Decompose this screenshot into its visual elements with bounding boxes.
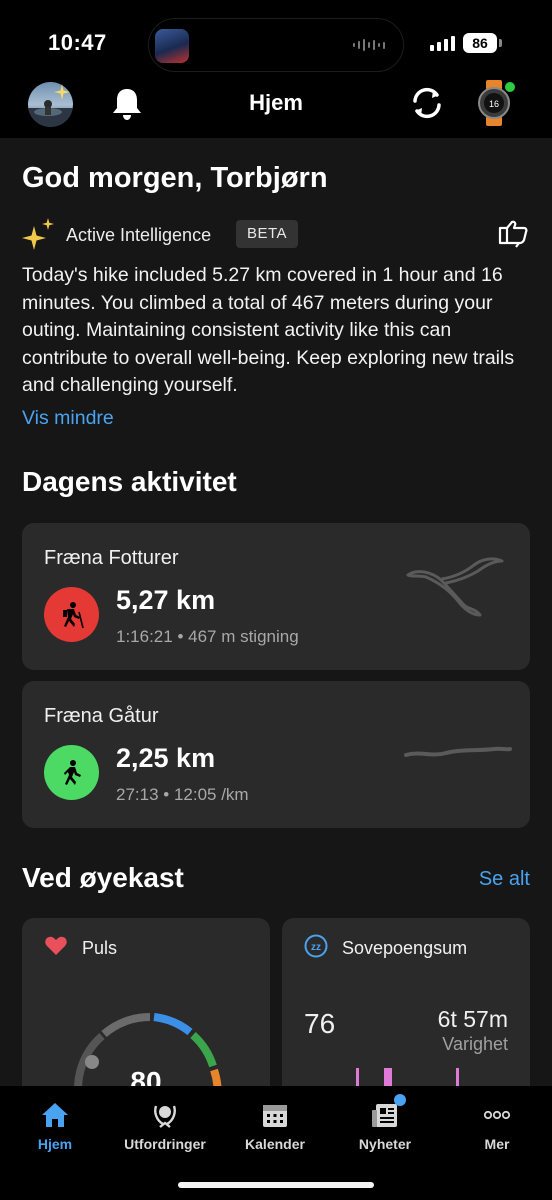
- media-thumbnail: [155, 29, 189, 63]
- show-less-link[interactable]: Vis mindre: [22, 407, 114, 430]
- notification-dot: [394, 1094, 406, 1106]
- greeting-title: God morgen, Torbjørn: [22, 162, 328, 194]
- sleep-duration-value: 6t 57m: [437, 1006, 508, 1032]
- nav-item-more[interactable]: Mer: [442, 1100, 552, 1160]
- dynamic-island[interactable]: [148, 18, 404, 72]
- nav-item-home[interactable]: Hjem: [0, 1100, 110, 1160]
- walking-icon: [44, 745, 99, 800]
- svg-text:zz: zz: [311, 942, 321, 953]
- battery-icon: 86: [463, 33, 497, 53]
- nav-item-calendar[interactable]: Kalender: [220, 1100, 330, 1160]
- at-a-glance-title: Ved øyekast: [22, 862, 184, 893]
- status-time: 10:47: [48, 30, 107, 55]
- page-title: Hjem: [249, 90, 303, 115]
- active-intelligence-header: Active Intelligence BETA: [22, 218, 532, 254]
- home-icon: [42, 1103, 68, 1127]
- nav-item-news[interactable]: Nyheter: [330, 1094, 440, 1160]
- beta-badge: BETA: [236, 220, 299, 248]
- sleep-icon: zz: [304, 934, 328, 958]
- home-indicator[interactable]: [178, 1182, 374, 1188]
- activity-distance: 2,25 km: [116, 743, 216, 773]
- heart-icon: [45, 936, 67, 955]
- nav-label: Mer: [484, 1136, 510, 1152]
- connected-dot: [505, 82, 515, 92]
- sleep-stage-bar: [384, 1068, 392, 1086]
- sleep-stage-bar: [456, 1068, 459, 1086]
- feedback-icon[interactable]: [496, 218, 530, 252]
- nav-item-challenges[interactable]: Utfordringer: [110, 1100, 220, 1160]
- more-icon: [483, 1110, 511, 1120]
- status-bar: 10:47 86: [0, 0, 552, 82]
- daily-activity-title: Dagens aktivitet: [22, 466, 237, 497]
- active-intelligence-label: Active Intelligence: [66, 225, 212, 245]
- sleep-score-value: 76: [304, 1008, 336, 1039]
- challenges-icon: [154, 1105, 176, 1128]
- nav-label: Kalender: [245, 1136, 305, 1152]
- audio-wave-icon: [353, 39, 385, 51]
- sleep-stage-bar: [356, 1068, 359, 1086]
- activity-title: Fræna Gåtur: [44, 705, 159, 727]
- sparkle-icon: [22, 218, 54, 250]
- nav-label: Utfordringer: [124, 1136, 206, 1152]
- heart-rate-label: Puls: [82, 938, 118, 958]
- activity-card-hike[interactable]: Fræna Fotturer 5,27 km 1:16:21 • 467 m s…: [22, 523, 530, 670]
- nav-label: Hjem: [37, 1136, 73, 1152]
- top-header: Hjem 16: [0, 80, 552, 138]
- sync-icon[interactable]: [408, 84, 446, 122]
- nav-label: Nyheter: [358, 1136, 412, 1152]
- sleep-score-label: Sovepoengsum: [342, 938, 468, 958]
- active-intelligence-text: Today's hike included 5.27 km covered in…: [22, 264, 515, 396]
- hiking-icon: [44, 587, 99, 642]
- route-map: [404, 746, 512, 757]
- calendar-icon: [263, 1105, 287, 1127]
- sleep-score-tile[interactable]: zz Sovepoengsum 76 6t 57m Varighet: [282, 918, 530, 1086]
- heart-rate-value: 80: [130, 1066, 162, 1086]
- activity-meta: 27:13 • 12:05 /km: [116, 785, 249, 804]
- route-map: [406, 557, 504, 617]
- svg-text:16: 16: [489, 99, 499, 109]
- heart-rate-tile[interactable]: Puls 80: [22, 918, 270, 1086]
- see-all-link[interactable]: Se alt: [479, 868, 530, 891]
- sleep-duration-label: Varighet: [442, 1034, 508, 1054]
- cellular-signal-icon: [430, 36, 455, 51]
- activity-meta: 1:16:21 • 467 m stigning: [116, 627, 299, 646]
- main-content[interactable]: God morgen, Torbjørn Active Intelligence…: [0, 138, 552, 1086]
- battery-tip: [499, 39, 502, 47]
- activity-distance: 5,27 km: [116, 585, 216, 615]
- activity-card-walk[interactable]: Fræna Gåtur 2,25 km 27:13 • 12:05 /km: [22, 681, 530, 828]
- activity-title: Fræna Fotturer: [44, 547, 179, 569]
